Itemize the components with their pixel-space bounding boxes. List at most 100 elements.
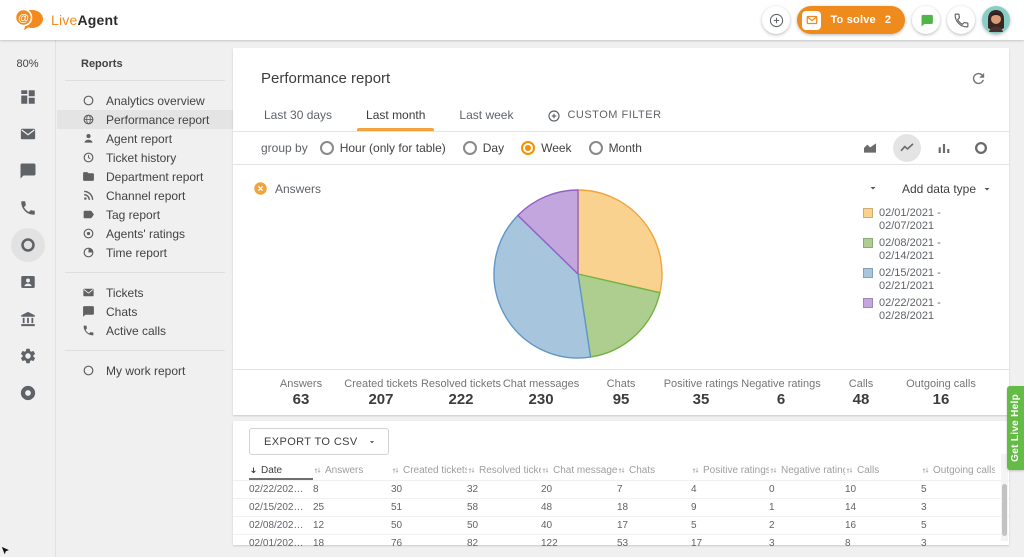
radio-label: Month xyxy=(609,141,642,155)
radio-label: Day xyxy=(483,141,504,155)
sidebar-item-agent-report[interactable]: Agent report xyxy=(57,129,233,148)
get-live-help-button[interactable]: Get Live Help xyxy=(1007,386,1024,470)
stat-label: Calls xyxy=(821,378,901,390)
rail-item-settings[interactable] xyxy=(0,337,56,374)
phone-icon xyxy=(953,12,970,29)
column-label: Created tickets xyxy=(403,465,467,476)
chevron-down-icon xyxy=(981,183,993,195)
column-header-chat-messages[interactable]: Chat messages xyxy=(541,461,617,480)
radio-button[interactable] xyxy=(521,141,535,155)
radio-month[interactable]: Month xyxy=(589,141,642,155)
rail-item-billing[interactable] xyxy=(0,300,56,337)
add-data-type-button[interactable]: Add data type xyxy=(902,182,993,196)
rail-item-reports[interactable] xyxy=(0,226,56,263)
to-solve-button[interactable]: To solve 2 xyxy=(797,6,905,34)
add-button[interactable] xyxy=(762,6,790,34)
export-to-csv-button[interactable]: EXPORT TO CSV xyxy=(249,428,389,455)
sidebar-item-performance-report[interactable]: Performance report xyxy=(57,110,233,129)
rail-item-contacts[interactable] xyxy=(0,263,56,300)
table-cell: 50 xyxy=(467,520,541,531)
sidebar-item-my-work-report[interactable]: My work report xyxy=(57,361,233,380)
avatar[interactable] xyxy=(982,6,1010,34)
sidebar-item-tag-report[interactable]: Tag report xyxy=(57,205,233,224)
sort-icon xyxy=(313,466,322,475)
rail-item-calls[interactable] xyxy=(0,189,56,226)
sidebar-item-agents-ratings[interactable]: Agents' ratings xyxy=(57,224,233,243)
tab-last-month[interactable]: Last month xyxy=(349,100,442,131)
table-cell: 4 xyxy=(691,484,769,495)
column-header-created-tickets[interactable]: Created tickets xyxy=(391,461,467,480)
table-cell: 32 xyxy=(467,484,541,495)
stat-label: Positive ratings xyxy=(661,378,741,390)
table-cell: 18 xyxy=(313,538,391,549)
table-cell: 8 xyxy=(313,484,391,495)
table-cell: 14 xyxy=(845,502,921,513)
column-header-calls[interactable]: Calls xyxy=(845,461,921,480)
chart-type-bar-chart-button[interactable] xyxy=(930,134,958,162)
sidebar-item-channel-report[interactable]: Channel report xyxy=(57,186,233,205)
to-solve-label: To solve xyxy=(830,14,875,26)
sidebar-item-tickets[interactable]: Tickets xyxy=(57,283,233,302)
chart-type-line-chart-button[interactable] xyxy=(893,134,921,162)
pie-clock-icon xyxy=(81,246,95,260)
tab-label: Last month xyxy=(366,100,425,131)
sidebar-item-label: Analytics overview xyxy=(106,94,205,108)
radio-hour-only-for-table-[interactable]: Hour (only for table) xyxy=(320,141,446,155)
logo-bubble-icon: @ xyxy=(14,8,44,32)
sidebar-item-analytics-overview[interactable]: Analytics overview xyxy=(57,91,233,110)
sidebar-item-label: Tag report xyxy=(106,208,160,222)
stat-calls: Calls48 xyxy=(821,378,901,408)
radio-button[interactable] xyxy=(463,141,477,155)
sidebar-item-ticket-history[interactable]: Ticket history xyxy=(57,148,233,167)
column-header-outgoing-calls[interactable]: Outgoing calls xyxy=(921,461,995,480)
table-cell: 48 xyxy=(541,502,617,513)
column-header-date[interactable]: Date xyxy=(249,461,313,480)
rail-item-tickets[interactable] xyxy=(0,115,56,152)
sidebar-item-label: Channel report xyxy=(106,189,185,203)
legend-item: 02/15/2021 - 02/21/2021 xyxy=(863,267,965,293)
column-header-negative-ratings[interactable]: Negative ratings xyxy=(769,461,845,480)
target-icon xyxy=(81,227,95,241)
sidebar-item-department-report[interactable]: Department report xyxy=(57,167,233,186)
series-dropdown-icon[interactable] xyxy=(867,182,879,194)
sidebar-divider xyxy=(65,80,225,81)
folder-icon xyxy=(81,170,95,184)
chat-icon xyxy=(81,305,95,319)
tab-label: Last 30 days xyxy=(264,100,332,131)
plus-circle-icon xyxy=(768,12,785,29)
table-cell: 51 xyxy=(391,502,467,513)
table-cell: 8 xyxy=(845,538,921,549)
tab-custom-filter[interactable]: CUSTOM FILTER xyxy=(530,100,678,131)
radio-button[interactable] xyxy=(320,141,334,155)
chart-type-area-chart-button[interactable] xyxy=(856,134,884,162)
column-header-chats[interactable]: Chats xyxy=(617,461,691,480)
sidebar-item-active-calls[interactable]: Active calls xyxy=(57,321,233,340)
rail-item-help[interactable] xyxy=(0,374,56,411)
column-label: Date xyxy=(261,465,282,476)
radio-button[interactable] xyxy=(589,141,603,155)
line-chart-icon xyxy=(899,140,915,156)
refresh-icon[interactable] xyxy=(970,70,987,87)
chats-button[interactable] xyxy=(912,6,940,34)
column-header-answers[interactable]: Answers xyxy=(313,461,391,480)
tab-last-30-days[interactable]: Last 30 days xyxy=(247,100,349,131)
liveagent-logo[interactable]: @ LiveAgent xyxy=(14,8,118,32)
remove-series-icon[interactable] xyxy=(253,181,268,196)
radio-week[interactable]: Week xyxy=(521,141,571,155)
sidebar-item-chats[interactable]: Chats xyxy=(57,302,233,321)
tab-last-week[interactable]: Last week xyxy=(442,100,530,131)
column-header-positive-ratings[interactable]: Positive ratings xyxy=(691,461,769,480)
calls-button[interactable] xyxy=(947,6,975,34)
table-cell: 40 xyxy=(541,520,617,531)
legend-label: 02/08/2021 - 02/14/2021 xyxy=(879,237,965,263)
scrollbar-thumb[interactable] xyxy=(1002,484,1007,536)
summary-stats: Answers63Created tickets207Resolved tick… xyxy=(233,369,1009,415)
rail-item-dashboard[interactable] xyxy=(0,78,56,115)
donut-icon xyxy=(11,228,45,262)
chart-type-donut-chart-button[interactable] xyxy=(967,134,995,162)
radio-day[interactable]: Day xyxy=(463,141,504,155)
rail-item-chats[interactable] xyxy=(0,152,56,189)
table-cell: 5 xyxy=(921,484,995,495)
sidebar-item-time-report[interactable]: Time report xyxy=(57,243,233,262)
column-header-resolved-tickets[interactable]: Resolved tickets xyxy=(467,461,541,480)
